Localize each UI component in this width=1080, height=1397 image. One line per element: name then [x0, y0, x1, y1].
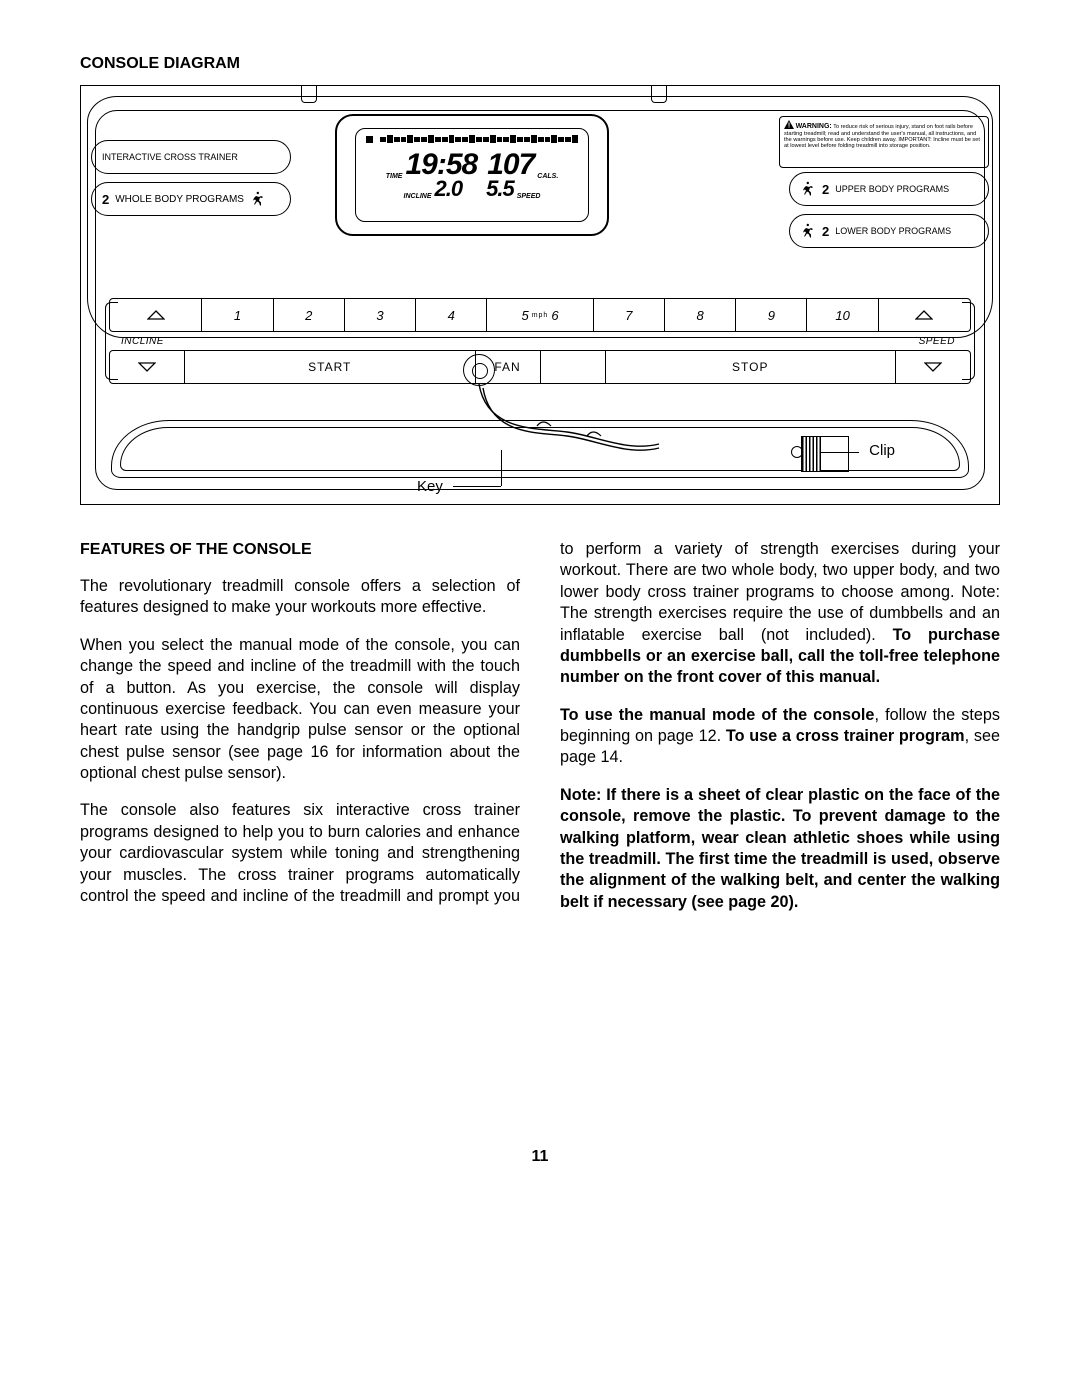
incline-label: INCLINE — [404, 193, 432, 200]
upper-body-programs-button[interactable]: 2 UPPER BODY PROGRAMS — [789, 172, 989, 206]
incline-value: 2.0 — [435, 178, 463, 200]
console-diagram: INTERACTIVE CROSS TRAINER 2 WHOLE BODY P… — [80, 85, 1000, 505]
speed-down-button[interactable] — [896, 350, 971, 384]
label-text: INTERACTIVE CROSS TRAINER — [102, 152, 238, 162]
program-count: 2 — [822, 182, 829, 197]
speed-1-button[interactable]: 1 — [202, 298, 273, 332]
key-slot-cell — [541, 350, 606, 384]
warning-label: ! WARNING: To reduce risk of serious inj… — [779, 116, 989, 168]
speed-8-button[interactable]: 8 — [665, 298, 736, 332]
n6: 6 — [551, 308, 558, 323]
mph-label: mph — [532, 312, 549, 319]
speed-2-button[interactable]: 2 — [274, 298, 345, 332]
speed-7-button[interactable]: 7 — [594, 298, 665, 332]
safety-clip[interactable] — [801, 436, 849, 472]
runner-icon — [800, 181, 816, 197]
control-row: START FAN STOP — [109, 350, 971, 384]
whole-body-programs-button[interactable]: 2 WHOLE BODY PROGRAMS — [91, 182, 291, 216]
features-title: FEATURES OF THE CONSOLE — [80, 539, 520, 560]
safety-cord — [477, 382, 667, 462]
speed-5-6-button[interactable]: 5 mph6 — [487, 298, 593, 332]
label-text: LOWER BODY PROGRAMS — [835, 226, 951, 236]
stop-button[interactable]: STOP — [606, 350, 897, 384]
page-number: 11 — [80, 1148, 1000, 1166]
speed-9-button[interactable]: 9 — [736, 298, 807, 332]
speed-keypad: 1 2 3 4 5 mph6 7 8 9 10 — [109, 298, 971, 332]
speed-group-label: SPEED — [919, 336, 955, 347]
program-count: 2 — [822, 224, 829, 239]
lower-body-programs-button[interactable]: 2 LOWER BODY PROGRAMS — [789, 214, 989, 248]
body-text: FEATURES OF THE CONSOLE The revolutionar… — [80, 539, 1000, 918]
warning-title: WARNING: — [796, 123, 832, 130]
incline-up-button[interactable] — [109, 298, 202, 332]
speed-3-button[interactable]: 3 — [345, 298, 416, 332]
start-button[interactable]: START — [185, 350, 476, 384]
callout-key: Key — [417, 478, 443, 495]
diagram-title: CONSOLE DIAGRAM — [80, 55, 1000, 73]
callout-line — [453, 486, 501, 487]
triangle-down-icon — [924, 362, 942, 372]
speed-up-button[interactable] — [879, 298, 971, 332]
callout-clip: Clip — [869, 442, 895, 459]
runner-icon — [800, 223, 816, 239]
lcd-display: TIME19:58 107CALS. INCLINE2.0 5.5SPEED — [335, 114, 609, 236]
lcd-inner: TIME19:58 107CALS. INCLINE2.0 5.5SPEED — [355, 128, 589, 222]
svg-text:!: ! — [788, 123, 790, 130]
paragraph: The revolutionary treadmill console offe… — [80, 576, 520, 619]
warning-icon: ! — [784, 120, 794, 131]
right-programs-panel: 2 UPPER BODY PROGRAMS 2 LOWER BODY PROGR… — [789, 172, 989, 248]
interactive-cross-trainer-label: INTERACTIVE CROSS TRAINER — [91, 140, 291, 174]
n5: 5 — [521, 308, 528, 323]
runner-icon — [250, 191, 266, 207]
program-count: 2 — [102, 192, 109, 207]
label-text: WHOLE BODY PROGRAMS — [115, 194, 244, 205]
speed-4-button[interactable]: 4 — [416, 298, 487, 332]
paragraph: When you select the manual mode of the c… — [80, 635, 520, 785]
incline-down-button[interactable] — [109, 350, 185, 384]
left-programs-panel: INTERACTIVE CROSS TRAINER 2 WHOLE BODY P… — [91, 140, 291, 216]
speed-value: 5.5 — [486, 178, 514, 200]
text-bold: To use the manual mode of the console — [560, 706, 874, 724]
label-text: UPPER BODY PROGRAMS — [835, 184, 949, 194]
speed-label: SPEED — [517, 193, 541, 200]
incline-group-label: INCLINE — [121, 336, 164, 347]
triangle-up-icon — [915, 310, 933, 320]
progress-bar — [366, 135, 578, 145]
triangle-up-icon — [147, 310, 165, 320]
callout-line — [821, 452, 859, 453]
paragraph: To use the manual mode of the console, f… — [560, 705, 1000, 769]
triangle-down-icon — [138, 362, 156, 372]
speed-10-button[interactable]: 10 — [807, 298, 878, 332]
text-bold: To use a cross trainer program — [726, 727, 965, 745]
paragraph-bold: Note: If there is a sheet of clear plast… — [560, 785, 1000, 913]
